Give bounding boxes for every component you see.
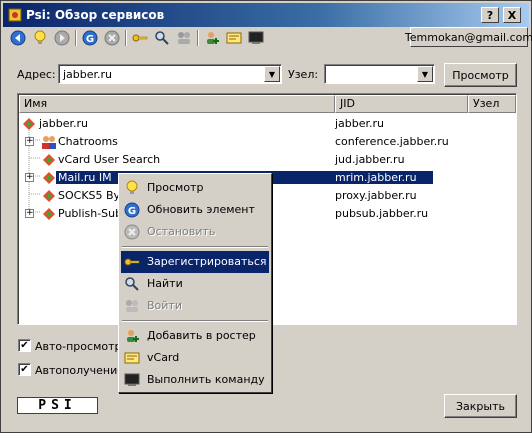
menu-item-search[interactable]: Найти: [121, 273, 269, 295]
column-header-jid[interactable]: JID: [335, 95, 468, 113]
vcard-icon: [124, 352, 140, 364]
menu-item-register[interactable]: Зарегистрироваться: [121, 251, 269, 273]
service-icon: [43, 154, 55, 166]
bulb-icon[interactable]: [31, 29, 49, 47]
users-icon: [126, 300, 138, 312]
auto-browse-label: Авто-просмотр з: [35, 340, 131, 353]
bulb-icon: [126, 180, 138, 194]
menu-item-vcard[interactable]: vCard: [121, 347, 269, 369]
menu-item-add-roster[interactable]: Добавить в ростер: [121, 325, 269, 347]
tree-row-vcard-search[interactable]: vCard User Search jud.jabber.ru: [19, 151, 516, 169]
psi-logo: PSI: [17, 397, 98, 414]
toolbar-separator: [197, 30, 199, 46]
refresh-icon: G: [124, 202, 140, 218]
menu-item-refresh[interactable]: G Обновить элемент: [121, 199, 269, 221]
tree-row-jid: proxy.jabber.ru: [335, 189, 417, 202]
tree-row-jid: pubsub.jabber.ru: [335, 207, 429, 220]
menu-item-execute[interactable]: Выполнить команду: [121, 369, 269, 391]
close-button[interactable]: Закрыть: [444, 394, 517, 418]
account-selector[interactable]: Temmokan@gmail.com: [405, 27, 532, 47]
service-icon: [43, 190, 55, 202]
menu-item-stop: Остановить: [121, 221, 269, 243]
search-icon[interactable]: [153, 29, 171, 47]
chevron-down-icon[interactable]: ▼: [264, 66, 280, 82]
expand-toggle[interactable]: +: [25, 209, 34, 218]
tree-row-jid: jud.jabber.ru: [335, 153, 405, 166]
psi-app-icon: [8, 8, 22, 22]
svg-text:G: G: [86, 34, 94, 45]
search-icon: [125, 277, 139, 291]
back-icon[interactable]: [9, 29, 27, 47]
menu-item-label: vCard: [147, 351, 180, 364]
key-icon: [124, 258, 140, 266]
close-window-button[interactable]: X: [503, 7, 521, 23]
menu-item-label: Войти: [147, 299, 182, 312]
browse-button[interactable]: Просмотр: [444, 63, 517, 87]
window-title: Psi: Обзор сервисов: [26, 8, 165, 22]
tree-row-jid: conference.jabber.ru: [335, 135, 449, 148]
menu-item-label: Зарегистрироваться: [147, 255, 267, 268]
group-chat-icon: [42, 136, 56, 149]
users-icon[interactable]: [175, 29, 193, 47]
chevron-down-icon[interactable]: ▼: [417, 66, 433, 82]
auto-browse-checkbox[interactable]: ✔: [18, 339, 31, 352]
title-bar[interactable]: Psi: Обзор сервисов ? X: [3, 3, 529, 27]
add-contact-icon[interactable]: [203, 29, 221, 47]
stop-icon: [124, 224, 140, 240]
key-icon[interactable]: [131, 29, 149, 47]
forward-icon[interactable]: [53, 29, 71, 47]
tree-row-name: jabber.ru: [39, 117, 89, 130]
expand-toggle[interactable]: +: [25, 173, 34, 182]
terminal-icon[interactable]: [247, 29, 265, 47]
service-discovery-window: Psi: Обзор сервисов ? X G Temmokan@gmail…: [0, 0, 532, 433]
menu-item-label: Найти: [147, 277, 183, 290]
server-icon: [23, 118, 35, 130]
tree-row-jid: mrim.jabber.ru: [333, 171, 433, 184]
menu-item-label: Выполнить команду: [147, 373, 265, 386]
tree-row-jid: jabber.ru: [335, 117, 385, 130]
service-icon: [43, 208, 55, 220]
address-combo[interactable]: jabber.ru ▼: [58, 64, 282, 84]
toolbar-separator: [75, 30, 77, 46]
menu-item-label: Обновить элемент: [147, 203, 255, 216]
address-label: Адрес:: [17, 68, 56, 81]
menu-separator: [122, 320, 268, 322]
svg-text:G: G: [128, 206, 136, 217]
add-contact-icon: [127, 330, 139, 342]
menu-separator: [122, 246, 268, 248]
column-header-node[interactable]: Узел: [468, 95, 516, 113]
help-button[interactable]: ?: [481, 7, 499, 23]
column-header-name[interactable]: Имя: [19, 95, 335, 113]
menu-item-label: Просмотр: [147, 181, 204, 194]
tree-row-name: Chatrooms: [58, 135, 118, 148]
tree-row-root[interactable]: jabber.ru jabber.ru: [19, 115, 516, 133]
expand-toggle[interactable]: +: [25, 137, 34, 146]
service-icon: [43, 172, 55, 184]
menu-item-label: Остановить: [147, 225, 216, 238]
refresh-icon[interactable]: G: [81, 29, 99, 47]
menu-item-join: Войти: [121, 295, 269, 317]
node-combo[interactable]: ▼: [324, 64, 435, 84]
vcard-icon[interactable]: [225, 29, 243, 47]
tree-row-name: vCard User Search: [58, 153, 161, 166]
context-menu: Просмотр G Обновить элемент Остановить З…: [118, 173, 272, 393]
node-label: Узел:: [288, 68, 319, 81]
tree-row-chatrooms[interactable]: + Chatrooms conference.jabber.ru: [19, 133, 516, 151]
menu-item-browse[interactable]: Просмотр: [121, 177, 269, 199]
menu-item-label: Добавить в ростер: [147, 329, 256, 342]
auto-fetch-checkbox[interactable]: ✔: [18, 363, 31, 376]
address-value: jabber.ru: [63, 68, 113, 81]
terminal-icon: [124, 373, 140, 386]
stop-icon[interactable]: [103, 29, 121, 47]
toolbar-separator: [125, 30, 127, 46]
